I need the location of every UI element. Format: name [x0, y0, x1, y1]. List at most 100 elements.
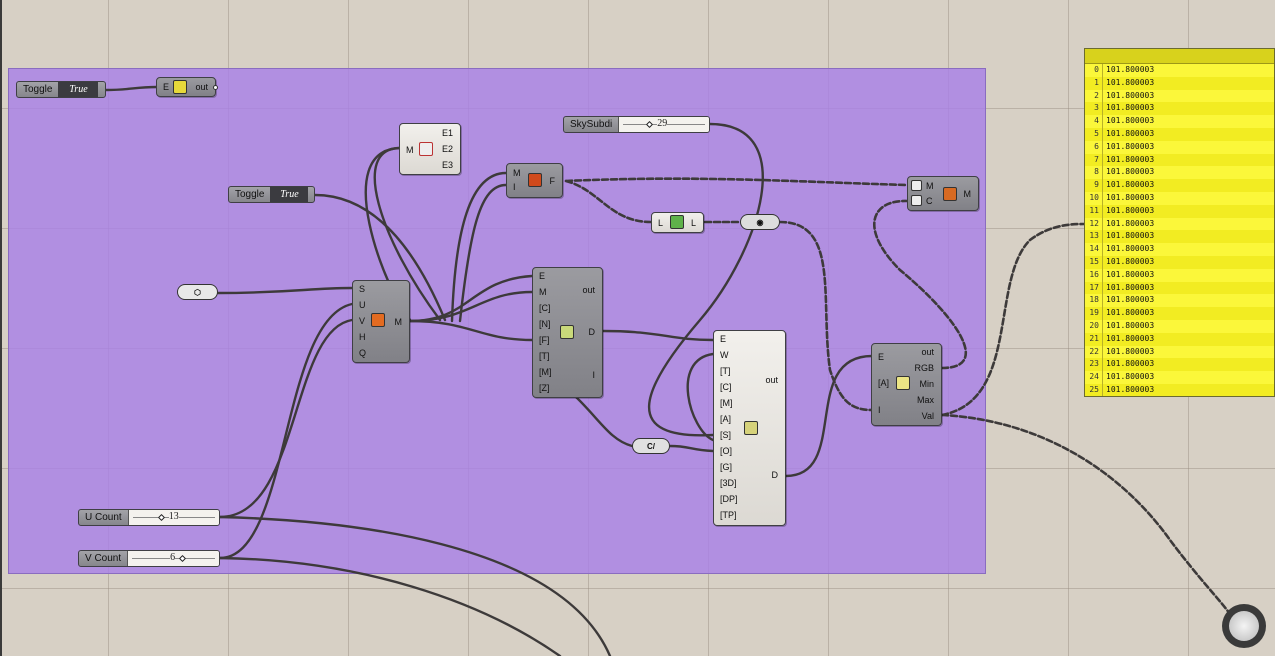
panel-row-index: 2	[1085, 89, 1103, 103]
slider-track[interactable]: 13	[127, 510, 219, 525]
port-max: Max	[916, 395, 934, 405]
port-s: S	[359, 284, 366, 294]
slider-track[interactable]: 29	[618, 117, 709, 132]
panel-row: 18 101.800003	[1085, 294, 1274, 308]
slider-knob[interactable]	[179, 554, 187, 563]
toggle-value[interactable]: True	[58, 82, 99, 97]
panel-row-value: 101.800003	[1106, 333, 1155, 343]
port-i: I	[878, 405, 881, 415]
port-m2: [M]	[539, 367, 552, 377]
port-g: [G]	[720, 462, 733, 472]
panel-row-index: 16	[1085, 268, 1103, 282]
panel-row: 22 101.800003	[1085, 345, 1274, 359]
port-rgb: RGB	[914, 363, 934, 373]
color-component[interactable]: E [A] I out RGB Min Max Val	[871, 343, 942, 426]
v-count-slider[interactable]: V Count 6	[78, 550, 220, 567]
port-e: E	[720, 334, 727, 344]
toggle-1[interactable]: Toggle True	[16, 81, 106, 98]
explode-icon	[419, 142, 433, 156]
port-m-out: M	[963, 189, 972, 199]
slider-knob[interactable]	[157, 513, 165, 522]
slider-label: V Count	[85, 553, 122, 564]
port-u: U	[359, 300, 366, 310]
mesh-face-component[interactable]: M I F	[506, 163, 563, 198]
dashed-wire	[564, 179, 653, 224]
panel-row: 24 101.800003	[1085, 371, 1274, 384]
analysis-icon	[560, 325, 574, 339]
port-e3: E3	[441, 160, 453, 170]
panel-row-value: 101.800003	[1106, 295, 1155, 305]
mesh-surface-component[interactable]: S U V H Q M	[352, 280, 410, 363]
navigation-widget-center[interactable]	[1229, 611, 1259, 641]
port-m: M	[539, 287, 547, 297]
panel-row-value: 101.800003	[1106, 167, 1155, 177]
panel-row-index: 24	[1085, 371, 1103, 384]
port-dp: [DP]	[720, 494, 738, 504]
dashed-wire	[778, 220, 874, 412]
port-l-in: L	[658, 218, 664, 228]
panel-row: 2 101.800003	[1085, 89, 1274, 103]
panel-row-value: 101.800003	[1106, 154, 1155, 164]
explode-component[interactable]: M E1 E2 E3	[399, 123, 461, 175]
slider-knob[interactable]	[646, 120, 654, 129]
analysis-component[interactable]: E M [C] [N] [F] [T] [M] [Z] out D I	[532, 267, 603, 398]
panel-row-index: 5	[1085, 127, 1103, 141]
output-grip[interactable]	[213, 85, 218, 90]
wire	[601, 329, 715, 342]
port-q: Q	[359, 348, 367, 358]
panel-row: 1 101.800003	[1085, 76, 1274, 90]
wire	[104, 85, 159, 92]
geometry-param[interactable]: ⬡	[177, 284, 218, 300]
panel-row: 13 101.800003	[1085, 230, 1274, 244]
panel-row-index: 3	[1085, 102, 1103, 116]
toggle-value[interactable]: True	[270, 187, 309, 202]
panel-row-index: 22	[1085, 345, 1103, 359]
wire	[216, 286, 354, 295]
port-out: out	[765, 375, 778, 385]
wire	[408, 290, 534, 323]
radiation-component[interactable]: E W [T] [C] [M] [A] [S] [O] [G] [3D] [DP…	[713, 330, 786, 526]
port-m: M	[513, 168, 521, 178]
port-d: D	[588, 327, 596, 337]
boolean-component[interactable]: E out	[156, 77, 218, 97]
panel-row-index: 21	[1085, 332, 1103, 346]
relay-chip[interactable]: ◉	[740, 214, 780, 230]
slider-track[interactable]: 6	[127, 551, 219, 566]
port-t: [T]	[720, 366, 731, 376]
panel-header	[1085, 49, 1274, 64]
panel-rows: 0 101.800003 1 101.800003 2 101.800003 3 101.80…	[1085, 64, 1274, 396]
panel-row-value: 101.800003	[1106, 372, 1155, 382]
move-component[interactable]: M C M	[907, 176, 979, 211]
wire	[218, 318, 354, 519]
panel-row: 11 101.800003	[1085, 204, 1274, 218]
port-f: [F]	[539, 335, 550, 345]
panel-row-value: 101.800003	[1106, 103, 1155, 113]
cull-icon: C/	[647, 441, 655, 451]
list-component[interactable]: L L	[651, 212, 704, 233]
panel-row-index: 4	[1085, 115, 1103, 128]
port-m: M	[926, 181, 934, 191]
list-icon	[670, 215, 684, 229]
cull-chip[interactable]: C/	[632, 438, 670, 454]
panel-row-index: 0	[1085, 64, 1103, 77]
port-e: E	[163, 82, 170, 92]
port-out: out	[921, 347, 934, 357]
u-count-slider[interactable]: U Count 13	[78, 509, 220, 526]
port-d: D	[771, 470, 779, 480]
skysubdi-slider[interactable]: SkySubdi 29	[563, 116, 710, 133]
panel-row-value: 101.800003	[1106, 65, 1155, 74]
panel-row-value: 101.800003	[1106, 256, 1155, 266]
port-c: [C]	[539, 303, 551, 313]
navigation-widget-icon[interactable]	[1222, 604, 1266, 648]
port-m: M	[406, 145, 414, 155]
panel-row-value: 101.800003	[1106, 205, 1155, 215]
data-panel[interactable]: 0 101.800003 1 101.800003 2 101.800003 3 101.80…	[1084, 48, 1275, 397]
panel-row: 3 101.800003	[1085, 102, 1274, 116]
toggle-2[interactable]: Toggle True	[228, 186, 315, 203]
panel-row-index: 20	[1085, 319, 1103, 333]
vector-icon	[911, 180, 922, 191]
panel-row-value: 101.800003	[1106, 128, 1155, 138]
panel-row-value: 101.800003	[1106, 192, 1155, 202]
wire	[408, 319, 534, 342]
panel-row: 10 101.800003	[1085, 191, 1274, 205]
